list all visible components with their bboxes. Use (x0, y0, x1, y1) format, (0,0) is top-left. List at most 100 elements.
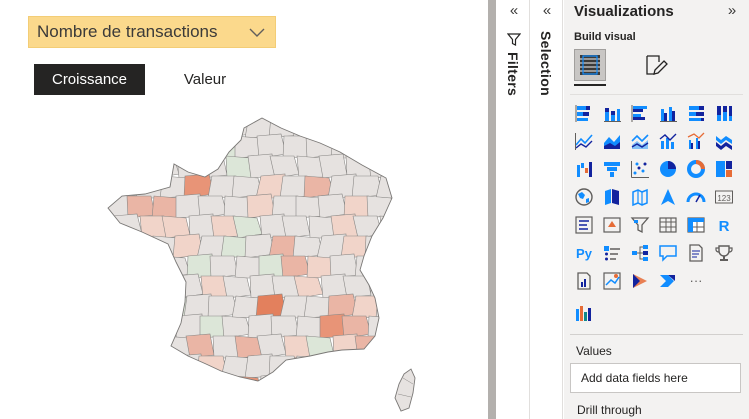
department-region[interactable] (268, 355, 300, 379)
100-percent-stacked-bar-visual-button[interactable] (684, 101, 708, 125)
qa-visual-button[interactable] (656, 241, 680, 265)
filters-pane[interactable]: « Filters (498, 0, 530, 419)
department-region[interactable] (129, 275, 156, 299)
department-region[interactable] (354, 335, 383, 359)
department-region[interactable] (124, 235, 156, 259)
clustered-column-chart-visual-button[interactable] (656, 101, 680, 125)
department-region[interactable] (162, 375, 191, 398)
kpi-visual-button[interactable] (600, 213, 624, 237)
department-region[interactable] (209, 255, 239, 279)
valeur-button[interactable]: Valeur (160, 64, 250, 95)
pie-chart-visual-button[interactable] (656, 157, 680, 181)
scatter-chart-visual-button[interactable] (628, 157, 652, 181)
department-region[interactable] (232, 215, 263, 239)
department-region[interactable] (332, 333, 359, 359)
department-region[interactable] (124, 355, 156, 379)
department-region[interactable] (139, 215, 167, 239)
department-region[interactable] (366, 195, 395, 219)
department-region[interactable] (282, 375, 311, 398)
department-region[interactable] (295, 315, 324, 339)
100-percent-stacked-column-visual-button[interactable] (712, 101, 736, 125)
department-region[interactable] (296, 155, 324, 179)
department-region[interactable] (340, 355, 372, 379)
measure-slicer-dropdown[interactable]: Nombre de transactions (28, 16, 276, 48)
treemap-visual-button[interactable] (712, 157, 736, 181)
stacked-area-chart-visual-button[interactable] (628, 129, 652, 153)
stacked-column-chart-visual-button[interactable] (600, 101, 624, 125)
department-region[interactable] (101, 353, 132, 379)
power-apps-visual-button[interactable] (628, 269, 652, 293)
department-region[interactable] (114, 253, 143, 279)
france-departments-map[interactable] (100, 112, 430, 419)
arcgis-map-visual-button[interactable] (600, 269, 624, 293)
department-region[interactable] (176, 153, 204, 179)
more-visuals-visual-button[interactable]: ··· (684, 269, 708, 293)
department-region[interactable] (304, 375, 335, 398)
department-region[interactable] (160, 255, 191, 279)
department-region[interactable] (375, 295, 406, 319)
department-region[interactable] (150, 315, 180, 339)
department-region[interactable] (162, 135, 191, 159)
smart-narrative-visual-button[interactable] (684, 241, 708, 265)
department-region[interactable] (138, 375, 167, 398)
department-region[interactable] (233, 375, 263, 398)
multi-row-card-visual-button[interactable] (572, 213, 596, 237)
key-influencers-visual-button[interactable] (600, 241, 624, 265)
shape-map-visual-button[interactable] (628, 185, 652, 209)
line-and-stacked-column-visual-button[interactable] (656, 129, 680, 153)
department-region[interactable] (101, 114, 132, 139)
department-region[interactable] (280, 255, 311, 279)
department-region[interactable] (136, 335, 167, 359)
department-region[interactable] (114, 133, 143, 159)
department-region[interactable] (225, 155, 252, 179)
ribbon-chart-visual-button[interactable] (712, 129, 736, 153)
department-region[interactable] (135, 295, 167, 319)
custom-visual-button[interactable] (572, 301, 596, 325)
department-region[interactable] (172, 353, 204, 379)
department-region[interactable] (364, 355, 395, 379)
department-region[interactable] (316, 353, 348, 379)
department-region[interactable] (340, 116, 372, 139)
department-region[interactable] (281, 215, 311, 239)
department-region[interactable] (148, 116, 180, 139)
department-region[interactable] (127, 315, 156, 339)
department-region[interactable] (379, 215, 406, 239)
department-region[interactable] (198, 155, 228, 179)
department-region[interactable] (318, 153, 348, 179)
stacked-bar-chart-visual-button[interactable] (572, 101, 596, 125)
department-region[interactable] (148, 355, 180, 379)
area-chart-visual-button[interactable] (600, 129, 624, 153)
department-region[interactable] (210, 375, 239, 398)
decomposition-tree-visual-button[interactable] (628, 241, 652, 265)
line-chart-visual-button[interactable] (572, 129, 596, 153)
expand-filters-icon[interactable]: « (506, 3, 522, 19)
canvas-scrollbar[interactable] (488, 0, 496, 419)
department-region[interactable] (305, 335, 335, 359)
department-region[interactable] (283, 335, 311, 359)
department-region[interactable] (106, 153, 132, 179)
goals-visual-button[interactable] (712, 241, 736, 265)
department-region[interactable] (212, 335, 239, 359)
department-region[interactable] (222, 275, 252, 299)
department-region[interactable] (138, 255, 167, 279)
matrix-visual-button[interactable] (684, 213, 708, 237)
azure-map-visual-button[interactable] (656, 185, 680, 209)
department-region[interactable] (330, 373, 359, 398)
format-visual-tab[interactable] (640, 49, 672, 81)
department-region[interactable] (173, 273, 204, 299)
slicer-visual-button[interactable] (628, 213, 652, 237)
department-region[interactable] (151, 275, 180, 299)
department-region[interactable] (196, 116, 228, 139)
department-region[interactable] (293, 275, 324, 299)
waterfall-chart-visual-button[interactable] (572, 157, 596, 181)
department-region[interactable] (185, 133, 215, 159)
filled-map-visual-button[interactable] (600, 185, 624, 209)
department-region[interactable] (316, 114, 348, 139)
croissance-button[interactable]: Croissance (34, 64, 145, 95)
paginated-report-visual-button[interactable] (572, 269, 596, 293)
department-region[interactable] (124, 116, 156, 139)
line-and-clustered-column-visual-button[interactable] (684, 129, 708, 153)
department-region[interactable] (354, 135, 383, 159)
department-region[interactable] (172, 114, 204, 139)
department-region[interactable] (364, 235, 395, 259)
